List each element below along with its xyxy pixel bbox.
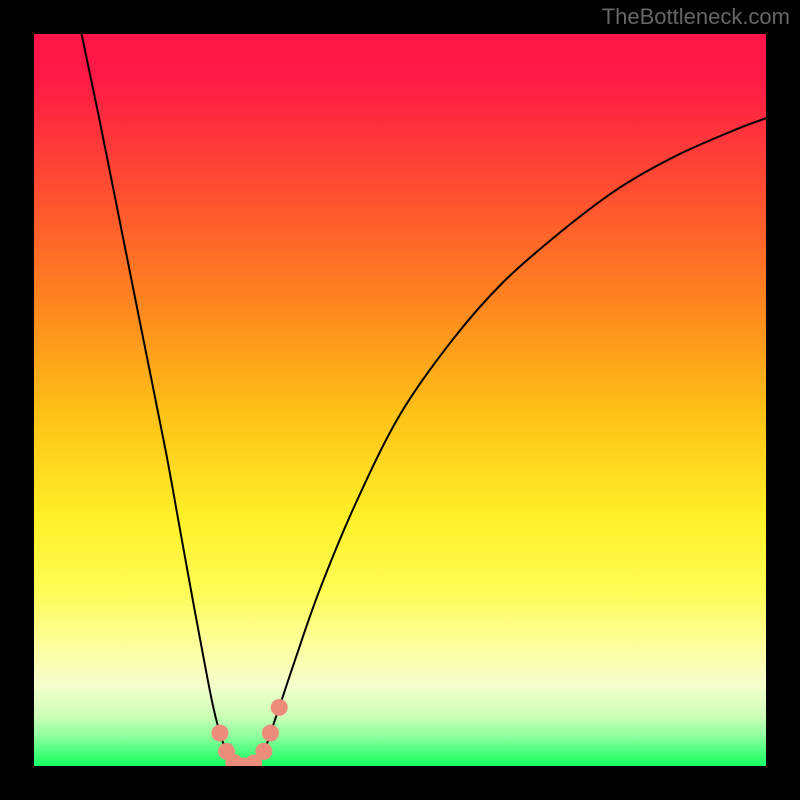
marker-dot	[262, 725, 279, 742]
marker-dot	[271, 699, 288, 716]
marker-dot	[255, 743, 272, 760]
curve-markers	[211, 699, 287, 766]
bottleneck-curve	[82, 34, 766, 766]
marker-dot	[211, 725, 228, 742]
curve-svg	[34, 34, 766, 766]
chart-container: TheBottleneck.com	[0, 0, 800, 800]
plot-area	[34, 34, 766, 766]
watermark-text: TheBottleneck.com	[602, 4, 790, 30]
